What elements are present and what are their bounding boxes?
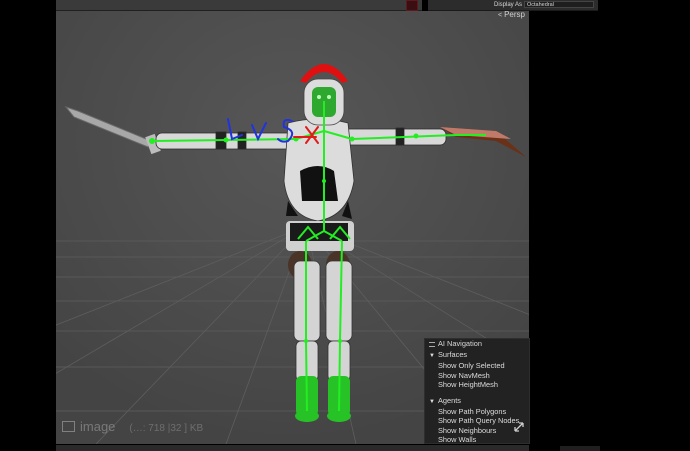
drag-handle-icon[interactable] xyxy=(429,341,435,347)
display-as-dropdown[interactable]: Octahedral xyxy=(524,1,594,8)
torso-mesh xyxy=(283,118,355,222)
agents-foldout[interactable]: ▼ Agents xyxy=(425,396,529,407)
toggle-show-walls[interactable]: Show Walls xyxy=(425,435,529,444)
toggle-show-heightmesh[interactable]: Show HeightMesh xyxy=(425,380,529,389)
viewport-bottom-bar xyxy=(56,445,529,451)
display-as-label: Display As xyxy=(494,2,523,8)
foldout-expanded-icon: ▼ xyxy=(429,398,435,405)
record-indicator[interactable] xyxy=(406,0,418,11)
image-icon xyxy=(62,421,75,433)
toggle-show-only-selected[interactable]: Show Only Selected xyxy=(425,361,529,370)
surfaces-foldout[interactable]: ▼ Surfaces xyxy=(425,350,529,361)
chevron-left-icon: < xyxy=(498,12,503,19)
image-watermark: image (…: 718 |32 ] KB xyxy=(62,419,203,434)
ai-navigation-header[interactable]: AI Navigation xyxy=(425,339,529,349)
camera-mode-label[interactable]: < Persp xyxy=(498,11,525,19)
toggle-show-navmesh[interactable]: Show NavMesh xyxy=(425,371,529,380)
bottom-status-strip xyxy=(560,446,600,451)
toggle-show-path-polygons[interactable]: Show Path Polygons xyxy=(425,407,529,416)
foldout-expanded-icon: ▼ xyxy=(429,353,435,359)
bone-display-toolbar: Display As Octahedral xyxy=(428,0,598,11)
top-toolbar-strip xyxy=(56,0,422,11)
resize-icon[interactable] xyxy=(513,421,525,433)
